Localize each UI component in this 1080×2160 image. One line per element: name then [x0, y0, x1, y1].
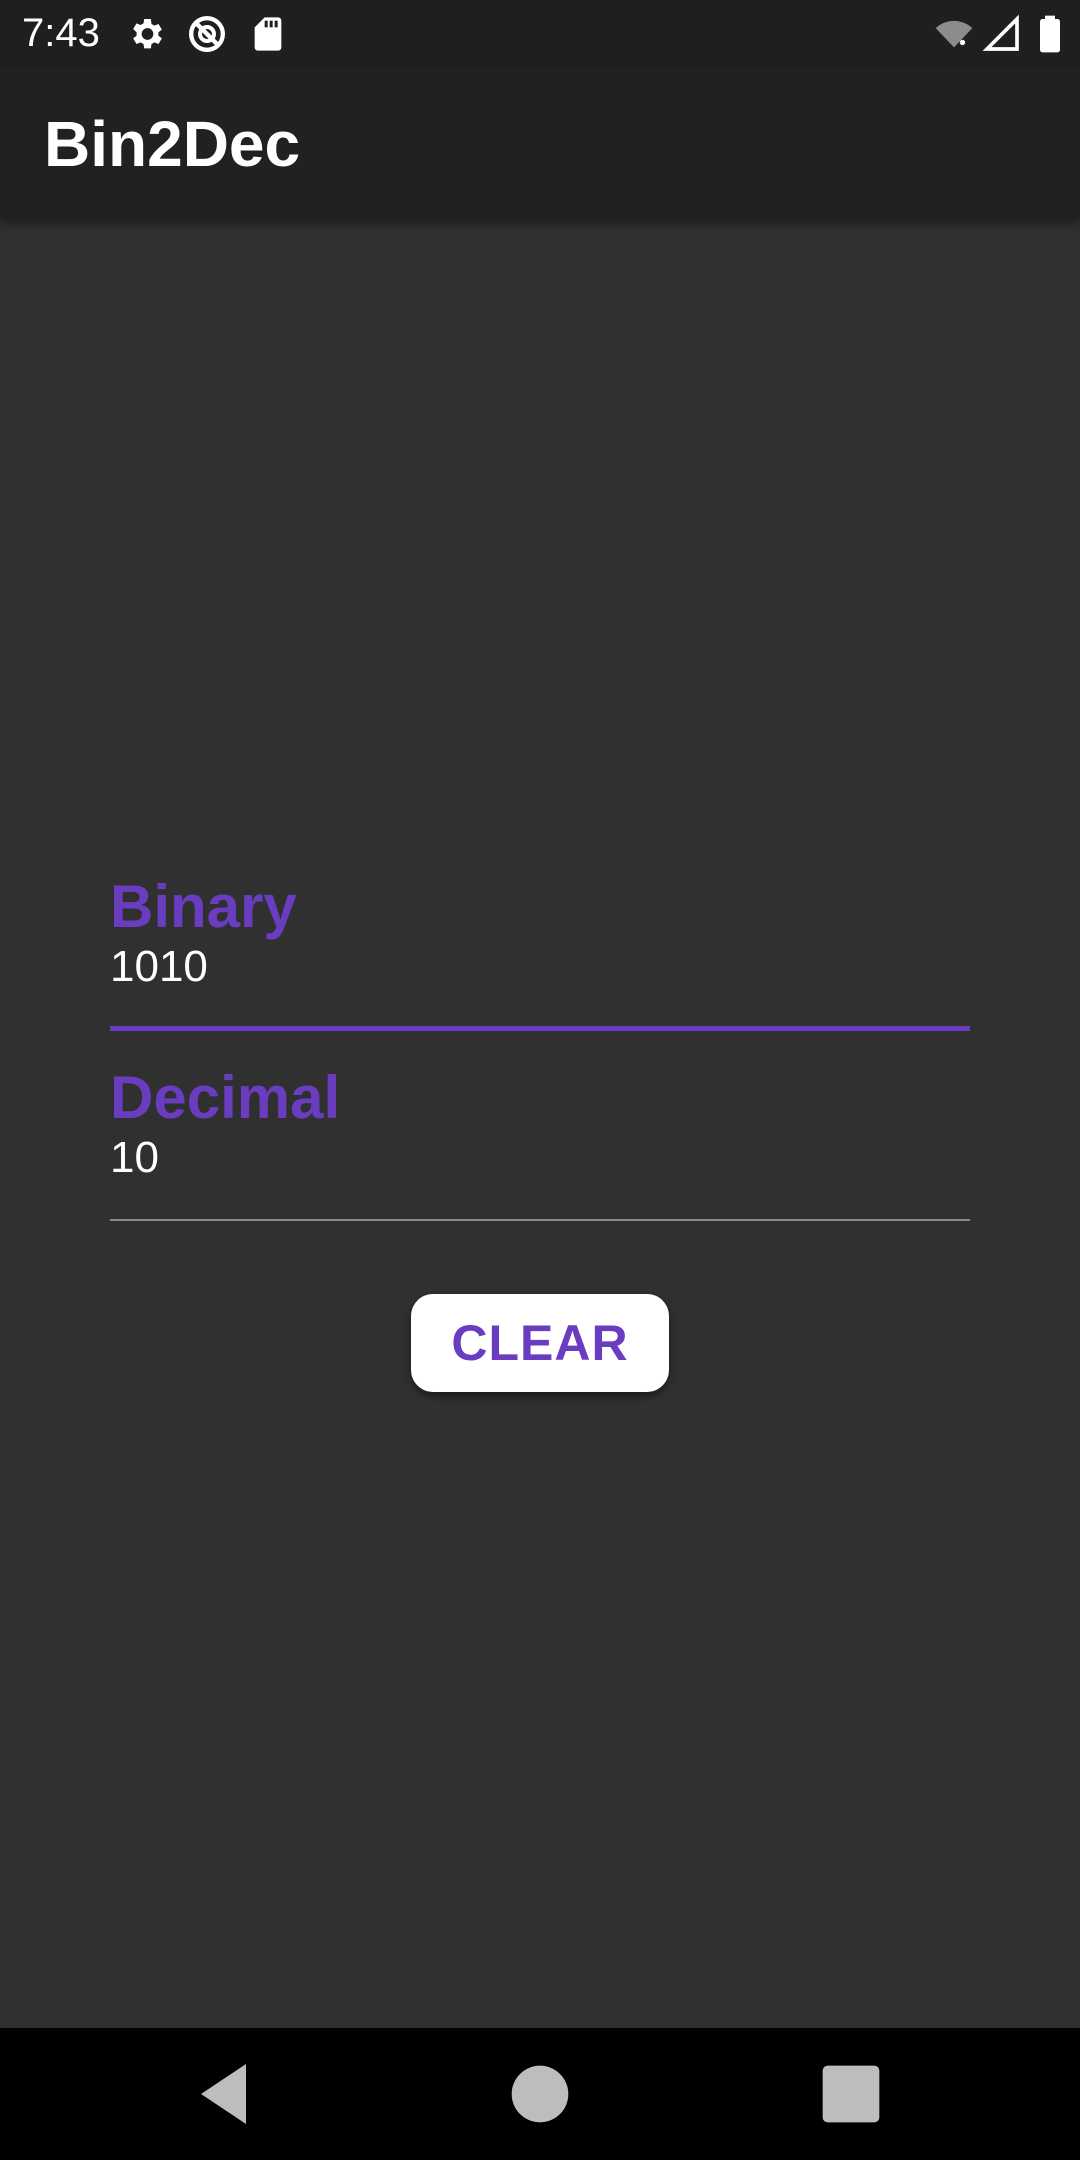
recents-icon[interactable]: [811, 2054, 891, 2134]
gear-icon: [133, 19, 162, 49]
status-time: 7:43: [22, 11, 100, 55]
decimal-output[interactable]: 10: [110, 1131, 159, 1185]
binary-underline: [110, 1026, 970, 1031]
app-bar: Bin2Dec: [0, 66, 1080, 220]
binary-label: Binary: [110, 873, 297, 940]
decimal-label: Decimal: [110, 1064, 341, 1131]
cell-signal-icon: [982, 14, 1019, 51]
do-not-disturb-icon: [189, 16, 225, 52]
clear-button[interactable]: CLEAR: [411, 1294, 669, 1392]
home-icon[interactable]: [500, 2054, 580, 2134]
decimal-underline: [110, 1219, 970, 1221]
app-title: Bin2Dec: [44, 108, 301, 180]
decimal-output-field[interactable]: Decimal 10: [110, 1063, 970, 1223]
status-bar: 7:43: [0, 0, 1080, 66]
binary-input[interactable]: 1010: [110, 940, 208, 994]
battery-icon: [1040, 15, 1060, 53]
navigation-bar: [0, 2028, 1080, 2160]
app-screen: 7:43 Bin2Dec Binary 1010 Decimal 10 CLEA…: [0, 0, 1080, 2160]
wifi-off-icon: [935, 20, 973, 48]
binary-input-field[interactable]: Binary 1010: [110, 872, 970, 1032]
back-icon[interactable]: [186, 2054, 266, 2134]
sd-card-icon: [254, 17, 282, 51]
